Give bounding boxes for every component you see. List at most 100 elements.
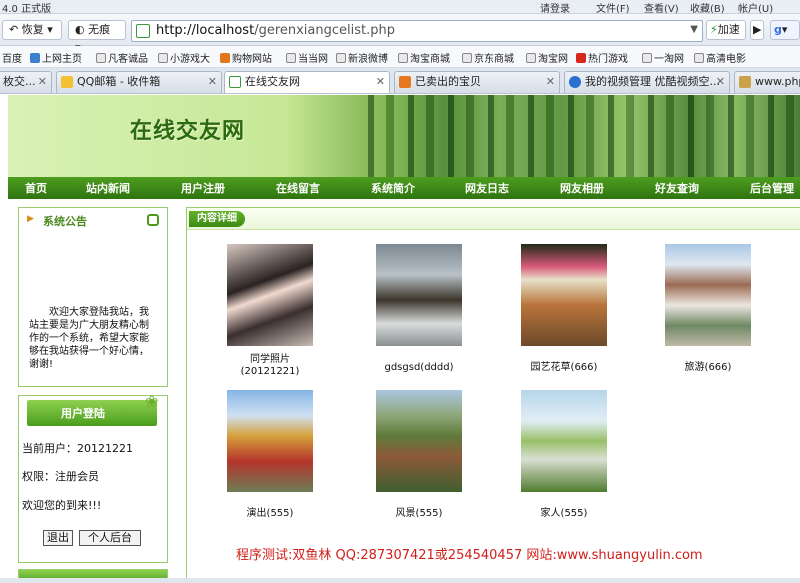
window-titlebar: 4.0 正式版 请登录 文件(F) 查看(V) 收藏(B) 帐户(U)	[0, 0, 800, 15]
site-banner: 在线交友网	[8, 95, 800, 177]
bookmark-item[interactable]: 淘宝商城	[398, 50, 450, 65]
bookmark-item[interactable]: 高清电影	[694, 50, 746, 65]
window-title: 4.0 正式版	[2, 4, 52, 15]
nav-albums[interactable]: 网友相册	[560, 180, 604, 196]
album-thumb[interactable]	[376, 390, 462, 492]
bookmark-item[interactable]: 热门游戏	[576, 50, 628, 65]
album-caption-sub: (20121221)	[240, 366, 300, 377]
close-icon[interactable]: ✕	[208, 72, 217, 92]
tab-item-active[interactable]: 在线交友网 ✕	[224, 71, 390, 93]
album-thumb[interactable]	[376, 244, 462, 346]
tab-strip: 枚交... ✕ QQ邮箱 - 收件箱 ✕ 在线交友网 ✕ 已卖出的宝贝 ✕ 我的视频管理…	[0, 68, 800, 94]
menu-login[interactable]: 请登录	[540, 0, 570, 15]
album-caption[interactable]: 同学照片	[215, 354, 325, 366]
menu-favorites[interactable]: 收藏(B)	[690, 0, 725, 15]
personal-admin-button[interactable]: 个人后台	[79, 530, 141, 546]
bookmarks-bar: 百度 上网主页 凡客诚品 小游戏大 购物网站 当当网 新浪微博 淘宝商城 京东商…	[0, 46, 800, 68]
bookmark-item[interactable]: 京东商城	[462, 50, 514, 65]
menu-account[interactable]: 帐户(U)	[738, 0, 773, 15]
close-icon[interactable]: ✕	[546, 72, 555, 92]
tab-item[interactable]: www.php	[734, 71, 800, 93]
album-thumb[interactable]	[521, 244, 607, 346]
nav-guestbook[interactable]: 在线留言	[276, 180, 320, 196]
page-content: 在线交友网 首页 站内新闻 用户注册 在线留言 系统简介 网友日志 网友相册 好…	[0, 95, 800, 583]
bookmark-item[interactable]: 凡客诚品	[96, 50, 148, 65]
menu-view[interactable]: 查看(V)	[644, 0, 679, 15]
page-icon	[642, 53, 652, 63]
bookmark-item[interactable]: 上网主页	[30, 50, 82, 65]
lightning-icon: ⚡	[710, 23, 718, 36]
album-caption[interactable]: 风景(555)	[364, 508, 474, 520]
status-bar	[0, 578, 800, 583]
mask-icon: ◐	[75, 23, 89, 36]
nav-register[interactable]: 用户注册	[181, 180, 225, 196]
accelerate-button[interactable]: ⚡加速	[706, 20, 746, 40]
nav-news[interactable]: 站内新闻	[86, 180, 130, 196]
arrow-right-icon: ▶	[27, 214, 34, 224]
notice-title: 系统公告	[43, 215, 87, 228]
nav-blog[interactable]: 网友日志	[465, 180, 509, 196]
menu-file[interactable]: 文件(F)	[596, 0, 630, 15]
window-icon	[147, 214, 159, 226]
tab-item[interactable]: QQ邮箱 - 收件箱 ✕	[56, 71, 222, 93]
page-icon	[158, 53, 168, 63]
footer-credit: 程序测试:双鱼林 QQ:287307421或254540457 网站:www.s…	[236, 548, 703, 563]
tab-item[interactable]: 枚交... ✕	[0, 71, 52, 93]
php-icon	[739, 76, 751, 88]
home-icon	[30, 53, 40, 63]
chevron-down-icon[interactable]: ▼	[690, 24, 698, 35]
content-panel: 内容详细 同学照片 (20121221) gdsgsd(dddd) 园艺花草(6…	[186, 207, 800, 583]
page-icon	[136, 24, 150, 38]
bookmark-item[interactable]: 百度	[2, 50, 22, 65]
bookmark-item[interactable]: 小游戏大	[158, 50, 210, 65]
taobao-icon	[399, 76, 411, 88]
user-role: 权限：注册会员	[22, 470, 99, 483]
page-icon	[694, 53, 704, 63]
video-icon	[569, 76, 581, 88]
site-logo: 在线交友网	[130, 118, 246, 144]
undo-icon: ↶	[9, 23, 22, 36]
bookmark-item[interactable]: 淘宝网	[526, 50, 568, 65]
close-icon[interactable]: ✕	[38, 72, 47, 92]
album-thumb[interactable]	[227, 244, 313, 346]
page-icon	[336, 53, 346, 63]
close-icon[interactable]: ✕	[376, 72, 385, 92]
close-icon[interactable]: ✕	[716, 72, 725, 92]
nav-admin[interactable]: 后台管理	[750, 180, 794, 196]
google-icon: g	[774, 23, 782, 36]
page-icon	[96, 53, 106, 63]
album-caption[interactable]: 演出(555)	[215, 508, 325, 520]
content-title: 内容详细	[189, 211, 245, 227]
tab-item[interactable]: 已卖出的宝贝 ✕	[394, 71, 560, 93]
album-caption[interactable]: gdsgsd(dddd)	[364, 362, 474, 374]
album-caption[interactable]: 家人(555)	[509, 508, 619, 520]
incognito-button[interactable]: ◐ 无痕 ▾	[68, 20, 126, 54]
album-thumb[interactable]	[227, 390, 313, 492]
logout-button[interactable]: 退出	[43, 530, 73, 546]
login-header: 用户登陆	[27, 400, 157, 426]
restore-button[interactable]: ↶ 恢复 ▾	[2, 20, 62, 40]
page-icon	[398, 53, 408, 63]
bookmark-item[interactable]: 新浪微博	[336, 50, 388, 65]
nav-about[interactable]: 系统简介	[371, 180, 415, 196]
bookmark-item[interactable]: 一淘网	[642, 50, 684, 65]
nav-home[interactable]: 首页	[25, 180, 47, 196]
google-search-button[interactable]: g▾	[770, 20, 800, 40]
album-caption[interactable]: 旅游(666)	[653, 362, 763, 374]
album-thumb[interactable]	[521, 390, 607, 492]
page-icon	[229, 76, 241, 88]
album-thumb[interactable]	[665, 244, 751, 346]
page-icon	[286, 53, 296, 63]
page-icon	[462, 53, 472, 63]
bookmark-item[interactable]: 当当网	[286, 50, 328, 65]
current-user: 当前用户：20121221	[22, 442, 133, 455]
main-nav: 首页 站内新闻 用户注册 在线留言 系统简介 网友日志 网友相册 好友查询 后台…	[8, 177, 800, 199]
bookmark-item[interactable]: 购物网站	[220, 50, 272, 65]
game-icon	[576, 53, 586, 63]
nav-friend-search[interactable]: 好友查询	[655, 180, 699, 196]
address-bar[interactable]: http://localhost/gerenxiangcelist.php ▼	[131, 20, 703, 42]
forward-button[interactable]: ▶	[750, 20, 764, 40]
tab-item[interactable]: 我的视频管理 优酷视频空... ✕	[564, 71, 730, 93]
album-caption[interactable]: 园艺花草(666)	[509, 362, 619, 374]
login-title: 用户登陆	[61, 407, 105, 420]
